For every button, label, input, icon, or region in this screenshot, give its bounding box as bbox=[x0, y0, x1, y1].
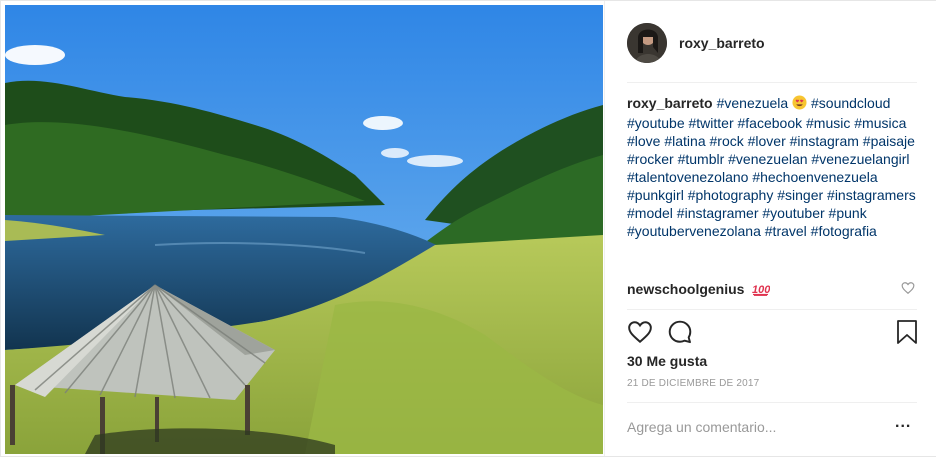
comment-item: newschoolgenius 100 bbox=[627, 280, 919, 300]
like-heart-icon[interactable] bbox=[627, 319, 655, 347]
avatar[interactable] bbox=[627, 23, 667, 63]
post-date[interactable]: 21 DE DICIEMBRE DE 2017 bbox=[627, 378, 759, 389]
username-link[interactable]: roxy_barreto bbox=[679, 35, 765, 51]
caption-hashtags[interactable]: #soundcloud #youtube #twitter #facebook … bbox=[627, 95, 916, 239]
avatar-image bbox=[627, 23, 667, 63]
likes-count[interactable]: 30 Me gusta bbox=[627, 353, 707, 369]
bookmark-save-icon[interactable] bbox=[895, 319, 923, 347]
comment-author-link[interactable]: newschoolgenius bbox=[627, 281, 744, 297]
action-bar bbox=[627, 319, 919, 349]
post-photo[interactable] bbox=[5, 5, 603, 454]
post-caption: roxy_barreto #venezuela #soundcloud #yout… bbox=[627, 94, 919, 240]
more-options-button[interactable]: ... bbox=[895, 415, 915, 435]
footer-divider bbox=[627, 402, 917, 403]
landscape-image bbox=[5, 5, 603, 454]
comments-divider bbox=[627, 309, 917, 310]
header-divider bbox=[627, 82, 917, 83]
smiling-face-heart-eyes-icon bbox=[792, 95, 807, 114]
add-comment-input[interactable] bbox=[627, 419, 867, 435]
like-comment-heart-icon[interactable] bbox=[901, 281, 915, 295]
post-side-panel: roxy_barreto roxy_barreto #venezuela #sou… bbox=[604, 1, 936, 456]
caption-author-link[interactable]: roxy_barreto bbox=[627, 95, 713, 111]
caption-hashtag-first[interactable]: #venezuela bbox=[717, 95, 789, 111]
hundred-points-icon: 100 bbox=[752, 282, 772, 300]
post-frame: roxy_barreto roxy_barreto #venezuela #sou… bbox=[0, 0, 936, 457]
post-header: roxy_barreto bbox=[627, 23, 917, 63]
comment-bubble-icon[interactable] bbox=[667, 319, 695, 347]
